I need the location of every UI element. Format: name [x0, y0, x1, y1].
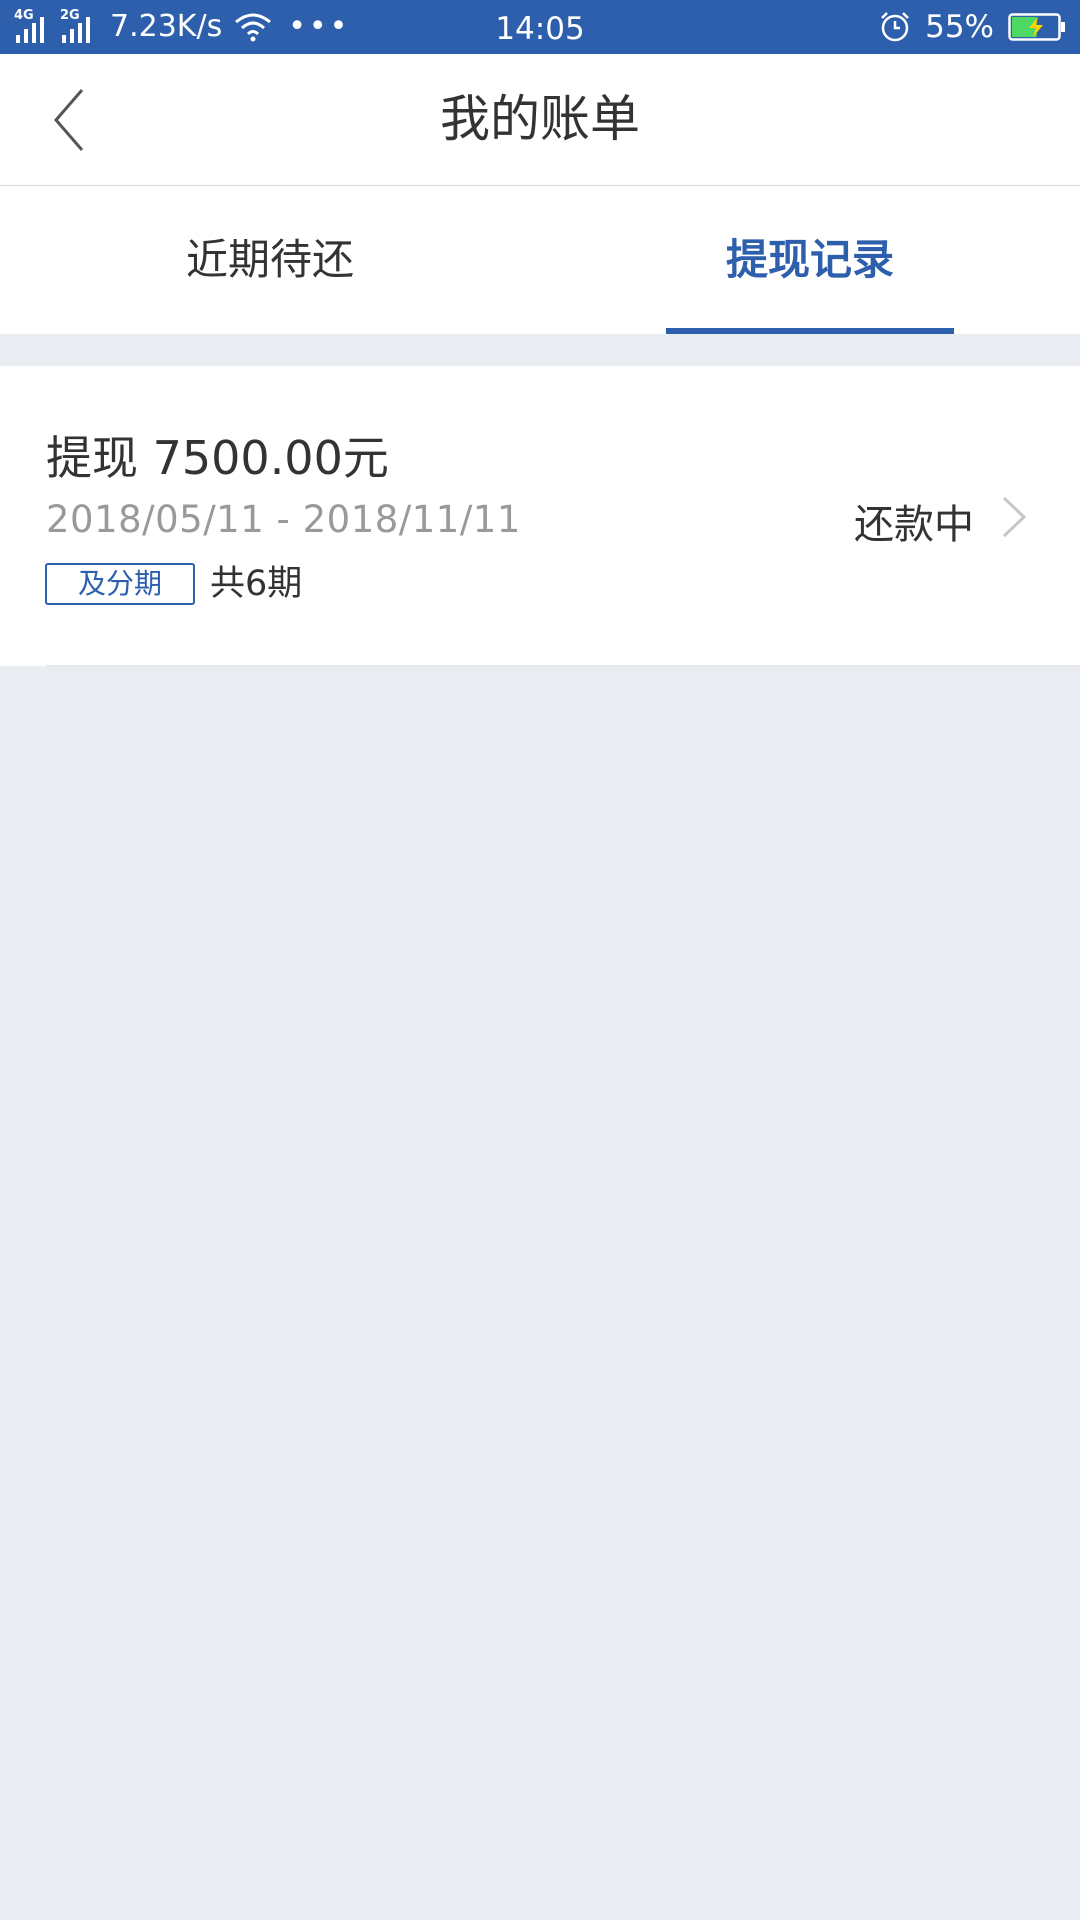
record-date-range: 2018/05/11 - 2018/11/11	[46, 498, 521, 541]
record-title: 提现 7500.00元	[46, 431, 389, 485]
withdraw-record-item[interactable]: 提现 7500.00元 2018/05/11 - 2018/11/11 及分期 …	[0, 366, 1080, 666]
nav-bar: 我的账单	[0, 54, 1080, 186]
alarm-icon	[881, 12, 909, 42]
page-title: 我的账单	[440, 90, 640, 148]
installment-tag: 及分期	[45, 563, 195, 605]
divider	[46, 665, 1080, 666]
status-bar-right: 55%	[879, 0, 1066, 54]
repayment-status: 还款中	[854, 502, 974, 548]
status-bar: 4G 2G 7.23K/s ••• 14:05 55%	[0, 0, 1080, 54]
tab-active-indicator	[666, 328, 954, 334]
battery-charging-icon	[1008, 13, 1065, 41]
battery-percent: 55%	[925, 9, 994, 45]
tab-withdraw-records[interactable]: 提现记录	[540, 186, 1080, 334]
chevron-right-icon	[1002, 496, 1027, 538]
tab-recent-due[interactable]: 近期待还	[0, 186, 540, 334]
installment-count: 共6期	[210, 564, 303, 604]
tab-bar: 近期待还 提现记录	[0, 186, 1080, 334]
